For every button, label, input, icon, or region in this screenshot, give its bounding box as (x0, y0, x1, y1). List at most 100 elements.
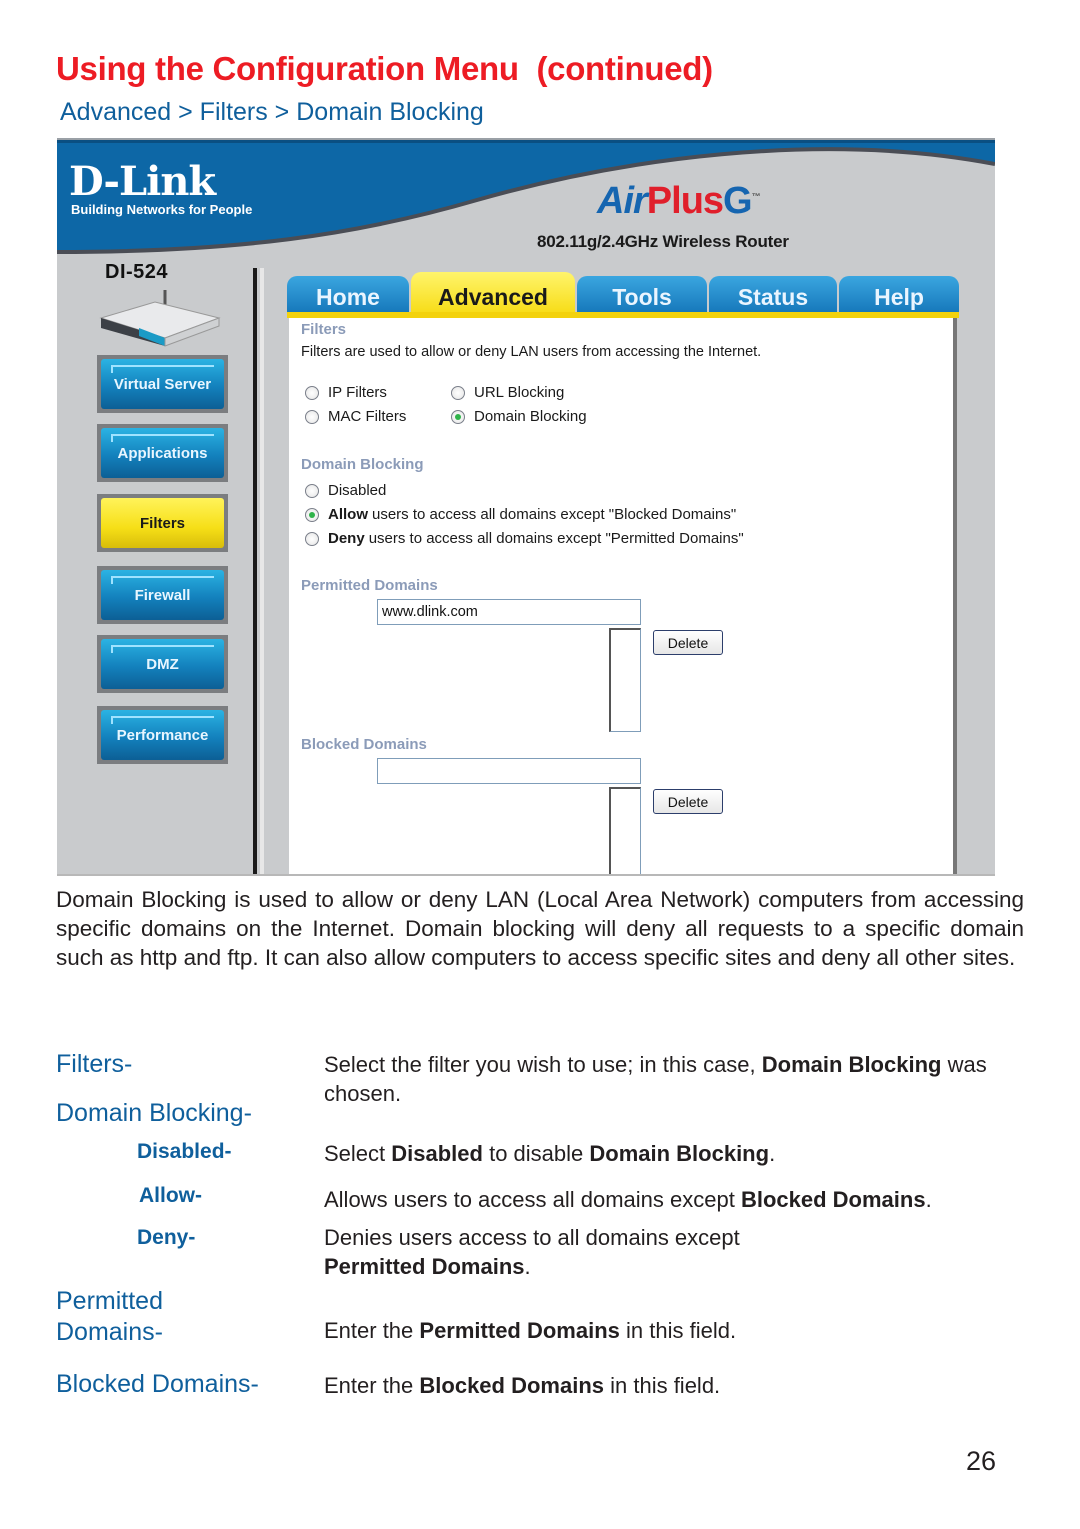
def-bold: Blocked Domains (419, 1373, 604, 1398)
radio-label: IP Filters (328, 384, 387, 401)
router-device-icon (99, 290, 221, 347)
def-allow: Allows users to access all domains excep… (324, 1185, 1064, 1214)
radio-allow[interactable]: Allow users to access all domains except… (305, 506, 736, 523)
def-filters: Select the filter you wish to use; in th… (324, 1050, 1034, 1108)
trademark-mark: ™ (751, 191, 761, 202)
def-text: . (524, 1254, 531, 1279)
def-bold: Domain Blocking (589, 1141, 770, 1166)
domain-blocking-heading: Domain Blocking (301, 456, 424, 473)
main-tabs: Home Advanced Tools Status Help (287, 272, 959, 316)
filters-heading: Filters (301, 321, 347, 338)
sidebar-item-performance[interactable]: Performance (97, 706, 228, 764)
page-title: Using the Configuration Menu (continued) (56, 50, 713, 87)
def-text: Select (324, 1141, 392, 1166)
def-bold: Domain Blocking (761, 1052, 942, 1077)
sidebar-divider (253, 268, 257, 874)
radio-icon[interactable] (305, 483, 319, 498)
term-line: Permitted (56, 1287, 163, 1315)
radio-label: users to access all domains except "Perm… (368, 530, 744, 547)
def-text: Allows users to access all domains excep… (324, 1187, 741, 1212)
def-text: Denies users access to all domains excep… (324, 1225, 740, 1250)
tab-home[interactable]: Home (287, 276, 409, 314)
radio-bold-label: Deny (328, 530, 365, 547)
blocked-domains-list[interactable] (609, 787, 641, 874)
sidebar-item-label: Virtual Server (101, 359, 224, 409)
term-disabled: Disabled- (137, 1140, 232, 1163)
term-deny: Deny- (137, 1226, 196, 1249)
def-text: in this field. (604, 1373, 721, 1398)
radio-deny[interactable]: Deny users to access all domains except … (305, 530, 744, 547)
term-allow: Allow- (139, 1184, 202, 1207)
permitted-domains-heading: Permitted Domains (301, 577, 438, 594)
sidebar-item-label: Firewall (101, 570, 224, 620)
tab-help[interactable]: Help (839, 276, 959, 314)
radio-label: users to access all domains except "Bloc… (372, 506, 737, 523)
def-bold: Permitted Domains (324, 1254, 525, 1279)
def-bold: Disabled (391, 1141, 483, 1166)
radio-ip-filters[interactable]: IP Filters (305, 384, 387, 401)
blocked-domain-input[interactable] (377, 758, 641, 784)
filters-description: Filters are used to allow or deny LAN us… (301, 344, 762, 360)
def-text: Enter the (324, 1318, 420, 1343)
permitted-domains-list[interactable] (609, 628, 641, 732)
radio-icon[interactable] (305, 409, 319, 424)
blocked-domains-heading: Blocked Domains (301, 736, 427, 753)
sidebar-item-virtual-server[interactable]: Virtual Server (97, 355, 228, 413)
def-disabled: Select Disabled to disable Domain Blocki… (324, 1139, 1034, 1168)
radio-disabled[interactable]: Disabled (305, 482, 386, 499)
right-gutter (963, 268, 995, 874)
sidebar-item-label: Applications (101, 428, 224, 478)
logo-plus: Plus (646, 180, 724, 222)
radio-selected-icon[interactable] (451, 409, 465, 424)
sidebar-item-firewall[interactable]: Firewall (97, 566, 228, 624)
permitted-domain-input[interactable] (377, 599, 641, 625)
radio-label: Disabled (328, 482, 387, 499)
term-line: Domains- (56, 1318, 163, 1346)
def-text: Select the filter you wish to use; in th… (324, 1052, 762, 1077)
sidebar-item-dmz[interactable]: DMZ (97, 635, 228, 693)
def-deny: Denies users access to all domains excep… (324, 1223, 864, 1281)
def-bold: Permitted Domains (419, 1318, 620, 1343)
sidebar-item-label: Filters (101, 498, 224, 548)
sidebar-item-label: DMZ (101, 639, 224, 689)
def-text: in this field. (619, 1318, 737, 1343)
radio-icon[interactable] (305, 385, 319, 400)
logo-g: G (723, 180, 753, 222)
intro-paragraph: Domain Blocking is used to allow or deny… (56, 887, 1024, 970)
breadcrumb: Advanced > Filters > Domain Blocking (60, 98, 484, 126)
def-text: Enter the (324, 1373, 420, 1398)
router-description: 802.11g/2.4GHz Wireless Router (537, 232, 789, 251)
logo-air: Air (597, 180, 648, 222)
tab-tools[interactable]: Tools (577, 276, 707, 314)
banner: D-Link Building Networks for People AirP… (57, 140, 995, 255)
airplus-g-logo: AirPlusG™ (597, 180, 761, 223)
def-permitted-domains: Enter the Permitted Domains in this fiel… (324, 1316, 1024, 1345)
sidebar-item-applications[interactable]: Applications (97, 424, 228, 482)
radio-domain-blocking[interactable]: Domain Blocking (451, 408, 587, 425)
term-blocked-domains: Blocked Domains- (56, 1370, 259, 1398)
radio-icon[interactable] (305, 531, 319, 546)
def-text: . (769, 1141, 776, 1166)
def-text: . (925, 1187, 932, 1212)
sidebar-item-label: Performance (101, 710, 224, 760)
term-permitted-domains: Permitted Domains- (56, 1286, 163, 1348)
def-text: to disable (482, 1141, 590, 1166)
radio-selected-icon[interactable] (305, 507, 319, 522)
page-number: 26 (966, 1446, 997, 1476)
radio-label: URL Blocking (474, 384, 565, 401)
model-name: DI-524 (105, 261, 169, 283)
sidebar-divider-highlight (260, 268, 264, 874)
tab-status[interactable]: Status (709, 276, 837, 314)
tab-advanced[interactable]: Advanced (411, 272, 575, 314)
radio-url-blocking[interactable]: URL Blocking (451, 384, 564, 401)
def-blocked-domains: Enter the Blocked Domains in this field. (324, 1371, 1024, 1400)
permitted-delete-button[interactable]: Delete (653, 630, 723, 655)
term-domain-blocking: Domain Blocking- (56, 1099, 252, 1127)
def-bold: Blocked Domains (740, 1187, 926, 1212)
term-filters: Filters- (56, 1050, 133, 1078)
sidebar-item-filters[interactable]: Filters (97, 494, 228, 552)
radio-icon[interactable] (451, 385, 465, 400)
router-screenshot: D-Link Building Networks for People AirP… (57, 138, 995, 876)
blocked-delete-button[interactable]: Delete (653, 789, 723, 814)
radio-mac-filters[interactable]: MAC Filters (305, 408, 406, 425)
